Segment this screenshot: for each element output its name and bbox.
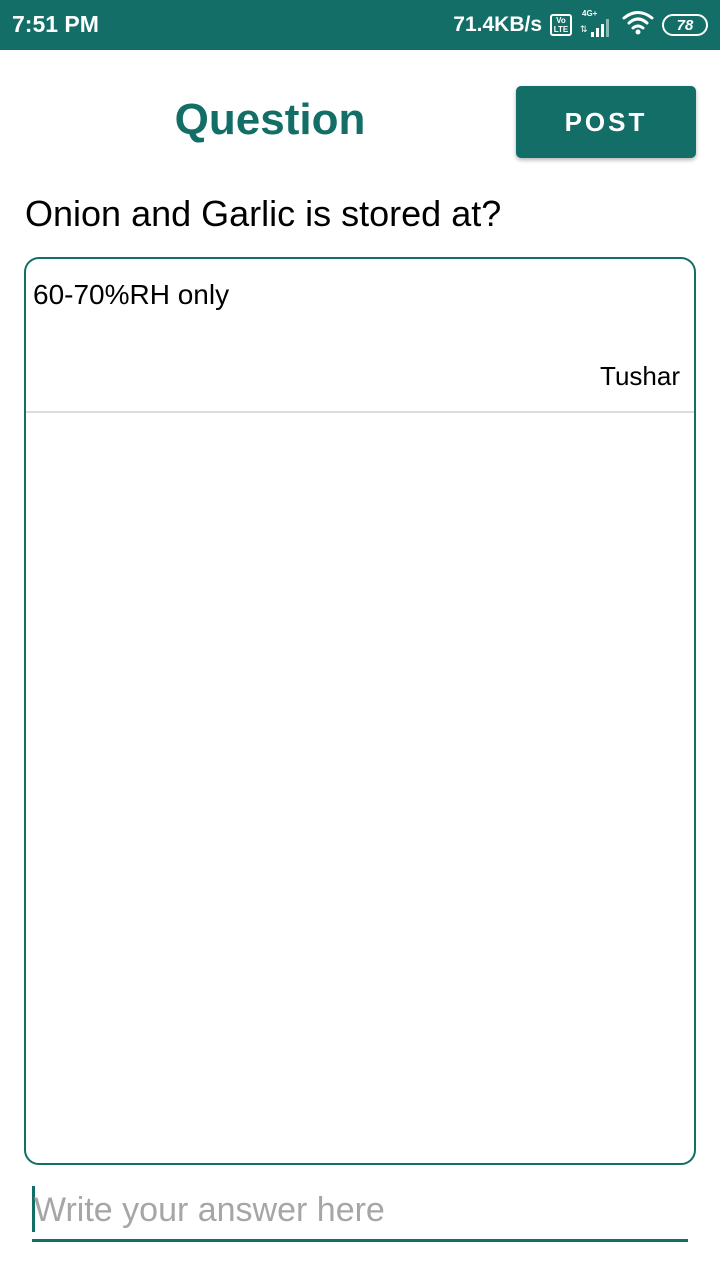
wifi-icon: [622, 10, 654, 41]
status-icons: 71.4KB/s Vo LTE 4G+ ⇅ 78: [453, 9, 708, 41]
answer-input-container: [32, 1182, 688, 1242]
network-speed: 71.4KB/s: [453, 13, 542, 36]
signal-icon: 4G+ ⇅: [580, 9, 614, 39]
volte-bottom-label: LTE: [553, 25, 569, 34]
answer-author: Tushar: [600, 361, 680, 391]
status-bar: 7:51 PM 71.4KB/s Vo LTE 4G+ ⇅ 78: [0, 0, 720, 50]
answers-list[interactable]: 60-70%RH only Tushar: [24, 257, 696, 1165]
answer-input[interactable]: [34, 1182, 684, 1238]
status-time: 7:51 PM: [12, 11, 99, 37]
volte-top-label: Vo: [556, 16, 566, 25]
question-text: Onion and Garlic is stored at?: [25, 193, 502, 234]
battery-icon: 78: [662, 14, 708, 36]
post-button[interactable]: POST: [516, 86, 696, 158]
page-title: Question: [174, 95, 366, 144]
volte-icon: Vo LTE: [550, 14, 572, 36]
battery-level: 78: [676, 16, 694, 34]
answer-item: 60-70%RH only Tushar: [26, 259, 694, 413]
answer-text: 60-70%RH only: [33, 279, 230, 310]
